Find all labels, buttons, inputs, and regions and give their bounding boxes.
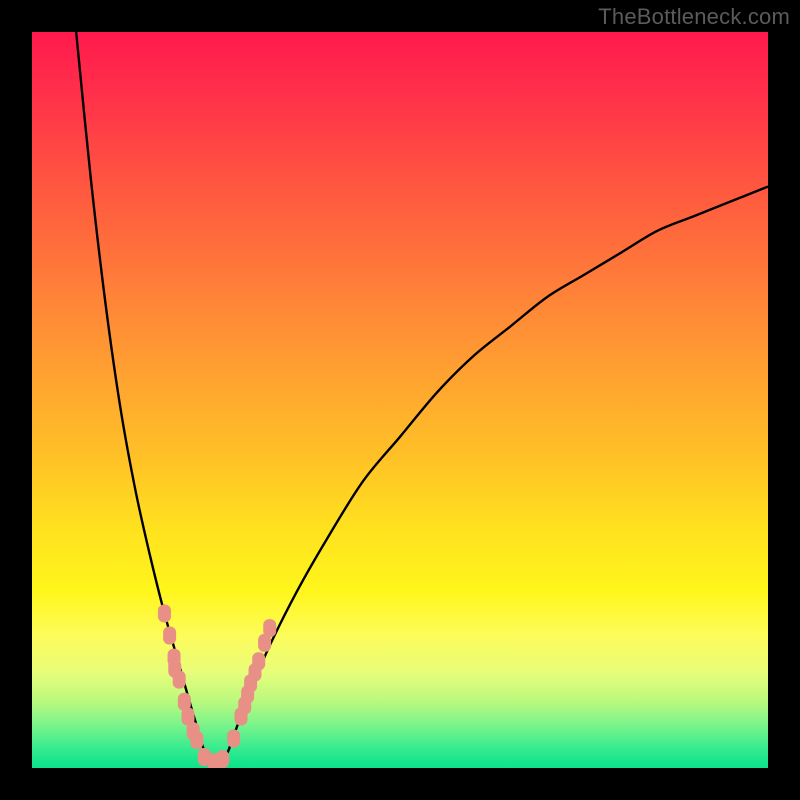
chart-frame: TheBottleneck.com: [0, 0, 800, 800]
marker-point: [173, 671, 186, 689]
marker-point: [227, 730, 240, 748]
watermark-text: TheBottleneck.com: [598, 4, 790, 30]
marker-point: [158, 604, 171, 622]
marker-point: [190, 731, 203, 749]
marker-point: [216, 750, 229, 768]
curve-layer: [32, 32, 768, 768]
plot-area: [32, 32, 768, 768]
trough-markers: [158, 604, 276, 768]
marker-point: [263, 619, 276, 637]
marker-point: [252, 652, 265, 670]
marker-point: [163, 627, 176, 645]
